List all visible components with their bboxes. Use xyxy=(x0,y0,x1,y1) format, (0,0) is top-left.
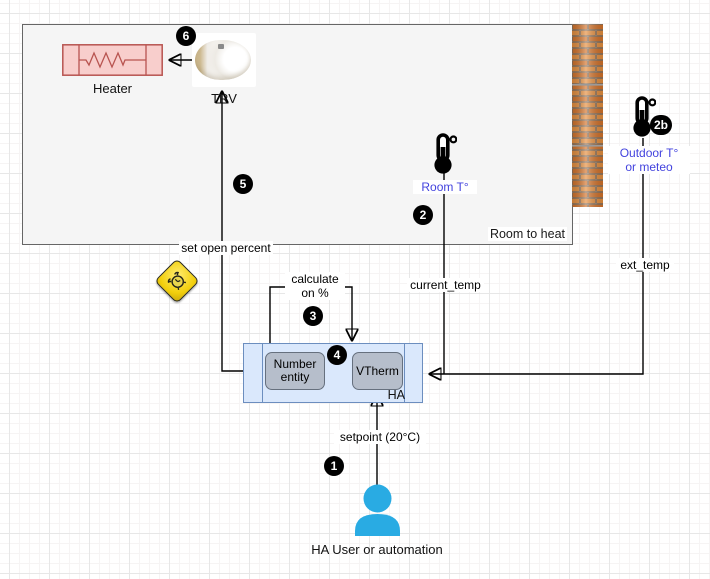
alarm-clock-icon xyxy=(164,268,189,293)
setpoint-label: setpoint (20°C) xyxy=(334,430,426,444)
diagram-canvas: Room to heat xyxy=(0,0,710,579)
vtherm-node: VTherm xyxy=(352,352,403,390)
outdoor-temp-line1: Outdoor T° xyxy=(620,146,679,160)
ext-temp-label: ext_temp xyxy=(616,258,674,272)
room-temp-label: Room T° xyxy=(413,180,477,194)
step-badge-4: 4 xyxy=(327,345,347,365)
set-open-percent-label: set open percent xyxy=(179,241,273,255)
heater-shape xyxy=(62,44,163,76)
step-badge-6: 6 xyxy=(176,26,196,46)
step-badge-2b: 2b xyxy=(650,115,672,135)
ha-box-left-bar xyxy=(262,344,263,402)
trv-image xyxy=(192,33,256,87)
calculate-line1: calculate xyxy=(291,272,338,286)
calculate-on-percent-label: calculate on % xyxy=(285,272,345,300)
brick-wall xyxy=(572,24,603,207)
step-badge-5: 5 xyxy=(233,174,253,194)
step-badge-2: 2 xyxy=(413,205,433,225)
step-badge-1: 1 xyxy=(324,456,344,476)
calculate-line2: on % xyxy=(301,286,328,300)
outdoor-temp-label: Outdoor T° or meteo xyxy=(608,146,690,174)
trv-display-detail xyxy=(218,44,224,49)
user-icon xyxy=(351,484,404,536)
outdoor-temp-line2: or meteo xyxy=(625,160,672,174)
user-label: HA User or automation xyxy=(277,542,477,557)
trv-label: TRV xyxy=(192,91,256,106)
step-badge-3: 3 xyxy=(303,306,323,326)
number-entity-node: Number entity xyxy=(265,352,325,390)
room-thermometer-icon xyxy=(430,133,457,175)
current-temp-label: current_temp xyxy=(407,278,484,292)
heater-label: Heater xyxy=(62,81,163,96)
edge-number-entity-to-trv xyxy=(222,92,265,371)
ha-label: HA xyxy=(388,389,405,402)
